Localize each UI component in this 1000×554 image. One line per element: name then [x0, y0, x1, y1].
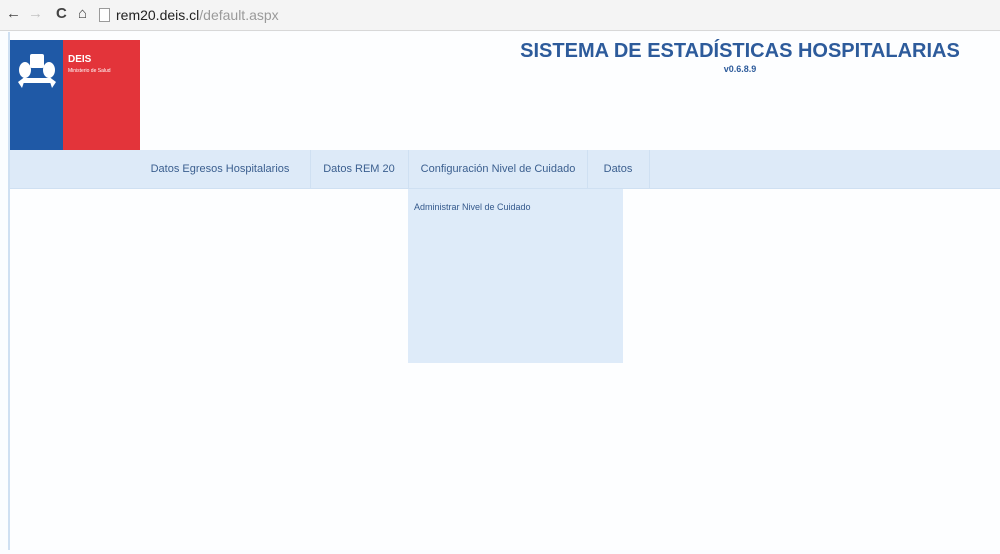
menu-item-nivel-cuidado[interactable]: Configuración Nivel de Cuidado	[408, 150, 588, 188]
page-icon	[99, 8, 110, 22]
url-path: /default.aspx	[199, 7, 279, 23]
address-bar[interactable]: rem20.deis.cl/default.aspx	[116, 7, 279, 23]
main-menu: Datos Egresos Hospitalarios Datos REM 20…	[10, 150, 1000, 189]
browser-toolbar: ← → C ⌂ rem20.deis.cl/default.aspx	[0, 0, 1000, 31]
nivel-cuidado-dropdown: Administrar Nivel de Cuidado	[408, 189, 623, 363]
logo-brand: DEIS	[68, 54, 92, 65]
menu-item-egresos[interactable]: Datos Egresos Hospitalarios	[146, 150, 294, 188]
menu-item-datos[interactable]: Datos	[587, 150, 650, 188]
home-icon[interactable]: ⌂	[78, 6, 87, 22]
page-title: SISTEMA DE ESTADÍSTICAS HOSPITALARIAS	[520, 40, 960, 62]
logo-blue-panel	[10, 40, 63, 150]
back-icon[interactable]: ←	[6, 6, 21, 22]
coat-of-arms-icon	[18, 54, 56, 88]
dropdown-item-administrar[interactable]: Administrar Nivel de Cuidado	[414, 202, 531, 212]
reload-icon[interactable]: C	[56, 6, 67, 22]
url-domain: rem20.deis.cl	[116, 7, 200, 23]
forward-icon[interactable]: →	[28, 6, 43, 22]
menu-item-rem20[interactable]: Datos REM 20	[310, 150, 407, 188]
logo-subtitle: Ministerio de Salud	[68, 68, 111, 74]
version-label: v0.6.8.9	[723, 64, 757, 74]
deis-logo: DEIS Ministerio de Salud	[10, 40, 140, 150]
